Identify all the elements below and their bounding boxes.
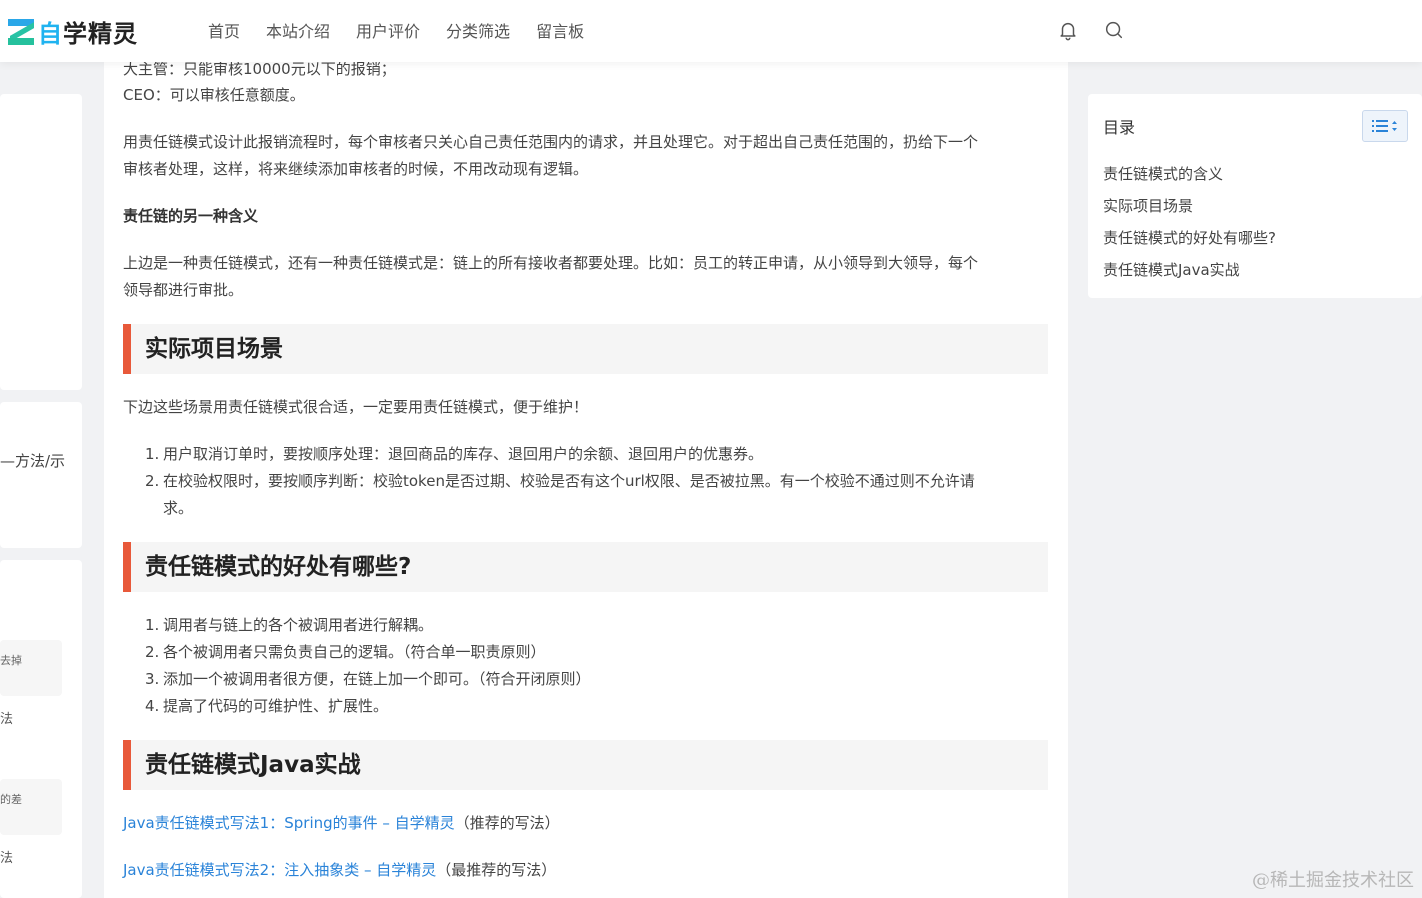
toc-item[interactable]: 实际项目场景 xyxy=(1103,190,1276,222)
left-sidebar: —方法/示 去掉 法 的差 法 xyxy=(0,62,82,898)
bold-subheading: 责任链的另一种含义 xyxy=(123,207,259,225)
toc-toggle-button[interactable] xyxy=(1362,110,1408,142)
toc-item[interactable]: 责任链模式的好处有哪些? xyxy=(1103,222,1276,254)
left-card-2[interactable]: —方法/示 xyxy=(0,402,82,548)
list-item: 1. 调用者与链上的各个被调用者进行解耦。 xyxy=(145,616,434,634)
top-header: 自学精灵 首页 本站介绍 用户评价 分类筛选 留言板 xyxy=(0,0,1422,62)
main-nav: 首页 本站介绍 用户评价 分类筛选 留言板 xyxy=(208,18,584,42)
watermark: @稀土掘金技术社区 xyxy=(1252,870,1414,891)
section-heading-java: 责任链模式Java实战 xyxy=(123,740,1048,790)
left-card-3: 去掉 法 的差 法 xyxy=(0,560,82,898)
article-link-line: Java责任链模式写法2：注入抽象类 – 自学精灵（最推荐的写法） xyxy=(123,857,556,884)
toc-item[interactable]: 责任链模式的含义 xyxy=(1103,158,1276,190)
benefits-list: 1. 调用者与链上的各个被调用者进行解耦。 2. 各个被调用者只需负责自己的逻辑。（… xyxy=(145,612,1025,720)
article-link-1[interactable]: Java责任链模式写法1：Spring的事件 – 自学精灵 xyxy=(123,814,455,832)
nav-categories[interactable]: 分类筛选 xyxy=(446,18,510,42)
article-paragraph: 用责任链模式设计此报销流程时，每个审核者只关心自己责任范围内的请求，并且处理它。… xyxy=(123,133,979,178)
list-item: 3. 添加一个被调用者很方便，在链上加一个即可。（符合开闭原则） xyxy=(145,670,591,688)
article-link-2[interactable]: Java责任链模式写法2：注入抽象类 – 自学精灵 xyxy=(123,861,436,879)
list-item: 1. 用户取消订单时，要按顺序处理：退回商品的库存、退回用户的余额、退回用户的优惠… xyxy=(145,445,764,463)
toc-title: 目录 xyxy=(1103,118,1136,137)
toc-list: 责任链模式的含义 实际项目场景 责任链模式的好处有哪些? 责任链模式Java实战 xyxy=(1103,158,1276,286)
left-mini-caption: 法 xyxy=(0,712,14,727)
article-link-line: Java责任链模式写法1：Spring的事件 – 自学精灵（推荐的写法） xyxy=(123,810,560,837)
left-mini-text: 的差 xyxy=(0,793,22,806)
link-note: （最推荐的写法） xyxy=(436,861,557,879)
left-mini-item[interactable]: 的差 xyxy=(0,779,62,835)
table-of-contents: 目录 责任链模式的含义 实际项目场景 责任链模式的好处有哪些? 责任链模式Jav… xyxy=(1088,94,1422,298)
left-mini-caption: 法 xyxy=(0,851,14,866)
nav-home[interactable]: 首页 xyxy=(208,18,240,42)
left-mini-text: 去掉 xyxy=(0,654,22,667)
left-card-1 xyxy=(0,94,82,390)
section-heading-benefits: 责任链模式的好处有哪些? xyxy=(123,542,1048,592)
nav-reviews[interactable]: 用户评价 xyxy=(356,18,420,42)
nav-guestbook[interactable]: 留言板 xyxy=(536,18,584,42)
link-note: （推荐的写法） xyxy=(454,814,560,832)
article-line: CEO：可以审核任意额度。 xyxy=(123,86,305,104)
list-item: 4. 提高了代码的可维护性、扩展性。 xyxy=(145,697,389,715)
search-icon[interactable] xyxy=(1103,19,1125,41)
left-mini-item[interactable]: 去掉 xyxy=(0,640,62,696)
left-snippet-text: —方法/示 xyxy=(0,452,66,470)
list-item: 2. 各个被调用者只需负责自己的逻辑。（符合单一职责原则） xyxy=(145,643,546,661)
logo-mark-icon xyxy=(8,18,34,45)
nav-about[interactable]: 本站介绍 xyxy=(266,18,330,42)
article-paragraph: 上边是一种责任链模式，还有一种责任链模式是：链上的所有接收者都要处理。比如：员工… xyxy=(123,254,979,299)
article-paragraph: 下边这些场景用责任链模式很合适，一定要用责任链模式，便于维护！ xyxy=(123,398,589,416)
article-body: 大主管：只能审核10000元以下的报销； CEO：可以审核任意额度。 用责任链模… xyxy=(104,60,1068,898)
section-heading-scenario: 实际项目场景 xyxy=(123,324,1048,374)
bell-icon[interactable] xyxy=(1057,19,1079,41)
site-logo[interactable]: 自学精灵 xyxy=(8,14,138,49)
list-toggle-icon xyxy=(1372,120,1397,132)
list-item: 2. 在校验权限时，要按顺序判断：校验token是否过期、校验是否有这个url权限… xyxy=(145,472,975,517)
toc-item[interactable]: 责任链模式Java实战 xyxy=(1103,254,1276,286)
scenario-list: 1. 用户取消订单时，要按顺序处理：退回商品的库存、退回用户的余额、退回用户的优惠… xyxy=(145,441,1025,522)
logo-text: 自学精灵 xyxy=(38,20,138,48)
